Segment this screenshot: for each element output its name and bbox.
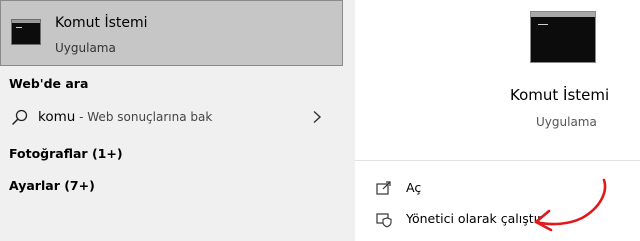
chevron-right-icon[interactable] bbox=[312, 110, 322, 124]
command-prompt-icon bbox=[11, 19, 41, 45]
shield-icon bbox=[376, 213, 392, 228]
search-results-panel: Komut İstemi Uygulama Web'de ara komu - … bbox=[0, 0, 345, 241]
search-suggestion-text: komu - Web sonuçlarına bak bbox=[38, 109, 212, 125]
app-type: Uygulama bbox=[536, 115, 597, 129]
section-web-search: Web'de ara bbox=[9, 76, 89, 91]
search-hint: - Web sonuçlarına bak bbox=[75, 110, 213, 124]
app-details-panel: Komut İstemi Uygulama Aç Yönetici olarak… bbox=[355, 0, 640, 241]
search-query: komu bbox=[38, 109, 76, 125]
search-icon bbox=[12, 109, 28, 125]
best-match-subtitle: Uygulama bbox=[55, 41, 116, 55]
section-photos[interactable]: Fotoğraflar (1+) bbox=[9, 146, 123, 161]
best-match-title: Komut İstemi bbox=[55, 15, 148, 31]
app-title: Komut İstemi bbox=[510, 86, 610, 104]
run-as-admin-action[interactable]: Yönetici olarak çalıştır bbox=[355, 207, 640, 231]
run-as-admin-label: Yönetici olarak çalıştır bbox=[406, 211, 543, 226]
best-match-result[interactable]: Komut İstemi Uygulama bbox=[0, 0, 343, 66]
command-prompt-large-icon bbox=[530, 11, 596, 63]
web-search-suggestion[interactable]: komu - Web sonuçlarına bak bbox=[0, 101, 343, 133]
section-settings[interactable]: Ayarlar (7+) bbox=[9, 178, 95, 193]
open-label: Aç bbox=[406, 180, 422, 195]
open-icon bbox=[376, 181, 391, 195]
open-action[interactable]: Aç bbox=[355, 176, 640, 200]
divider bbox=[355, 160, 640, 161]
